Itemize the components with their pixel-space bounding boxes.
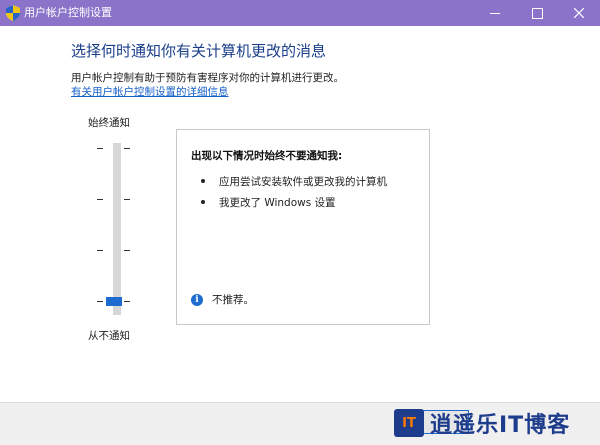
slider-tick <box>124 148 130 149</box>
minimize-icon <box>490 12 500 14</box>
slider-tick <box>124 301 130 302</box>
slider-tick <box>97 250 103 251</box>
window-title: 用户帐户控制设置 <box>24 6 112 19</box>
bullet-dot <box>201 200 205 204</box>
note-text: 不推荐。 <box>212 294 254 306</box>
panel-bullet: 应用尝试安装软件或更改我的计算机 <box>201 174 387 189</box>
bullet-text: 我更改了 Windows 设置 <box>219 197 336 209</box>
slider-bottom-label: 从不通知 <box>88 330 130 342</box>
panel-title: 出现以下情况时始终不要通知我: <box>191 150 343 162</box>
maximize-button[interactable] <box>516 0 558 26</box>
page-heading: 选择何时通知你有关计算机更改的消息 <box>71 42 327 60</box>
notification-level-slider[interactable] <box>113 143 121 315</box>
slider-thumb[interactable] <box>106 297 122 306</box>
minimize-button[interactable] <box>474 0 516 26</box>
info-icon: i <box>191 293 203 306</box>
bullet-text: 应用尝试安装软件或更改我的计算机 <box>219 176 387 188</box>
close-icon <box>574 8 584 18</box>
slider-tick <box>97 148 103 149</box>
panel-bullet: 我更改了 Windows 设置 <box>201 195 336 210</box>
watermark-logo: IT <box>394 409 424 437</box>
title-bar: 用户帐户控制设置 <box>0 0 600 26</box>
more-info-link[interactable]: 有关用户帐户控制设置的详细信息 <box>71 84 229 99</box>
uac-shield-icon <box>6 5 20 21</box>
maximize-icon <box>531 7 543 19</box>
slider-tick <box>124 250 130 251</box>
bullet-dot <box>201 179 205 183</box>
watermark-text: 逍遥乐IT博客 <box>430 413 571 438</box>
slider-tick <box>124 199 130 200</box>
slider-top-label: 始终通知 <box>88 117 130 129</box>
level-description-panel: 出现以下情况时始终不要通知我: 应用尝试安装软件或更改我的计算机 我更改了 Wi… <box>176 129 430 325</box>
slider-tick <box>97 199 103 200</box>
close-button[interactable] <box>558 0 600 26</box>
slider-tick <box>97 301 103 302</box>
recommendation-note: i 不推荐。 <box>191 292 254 307</box>
page-description: 用户帐户控制有助于预防有害程序对你的计算机进行更改。 <box>71 72 344 84</box>
site-watermark: IT 逍遥乐IT博客 <box>394 408 570 438</box>
